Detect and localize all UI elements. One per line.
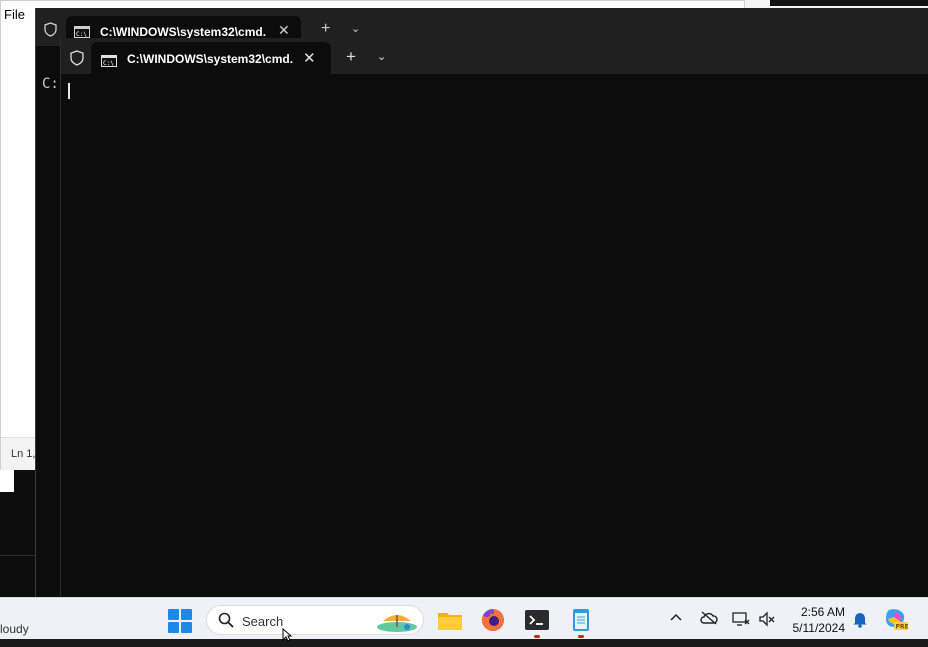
chevron-down-icon[interactable]: ⌄ (377, 50, 386, 63)
clock-date: 5/11/2024 (792, 621, 846, 635)
windows-logo-tile (181, 609, 192, 620)
running-indicator (578, 635, 584, 638)
chevron-down-icon[interactable]: ⌄ (351, 22, 360, 35)
clock-time: 2:56 AM (800, 605, 845, 619)
new-tab-button[interactable]: + (346, 47, 356, 67)
running-indicator (534, 635, 540, 638)
shield-icon (70, 50, 84, 71)
onedrive-offline-icon[interactable] (700, 611, 718, 628)
windows-logo-tile (168, 609, 179, 620)
new-tab-button[interactable]: + (321, 20, 330, 38)
volume-muted-icon[interactable] (758, 611, 776, 630)
menu-file[interactable]: File (4, 7, 25, 22)
terminal-prompt: C: (42, 76, 59, 92)
tab-title: C:\WINDOWS\system32\cmd. (100, 25, 267, 39)
tab-bar: C:\ C:\WINDOWS\system32\cmd. ✕ + ⌄ (61, 38, 928, 74)
tab-title: C:\WINDOWS\system32\cmd. (127, 52, 294, 66)
notepad-icon[interactable] (567, 606, 595, 634)
cmd-icon: C:\ (101, 54, 117, 72)
tab-cmd-active[interactable]: C:\ C:\WINDOWS\system32\cmd. ✕ (91, 42, 331, 74)
copilot-icon[interactable]: PRE (883, 607, 909, 634)
svg-text:C:\: C:\ (103, 60, 114, 67)
system-clock[interactable]: 2:56 AM 5/11/2024 (785, 604, 846, 636)
search-highlight-icon (373, 609, 419, 638)
chevron-up-icon[interactable] (670, 610, 682, 625)
network-icon[interactable] (732, 611, 750, 630)
file-explorer-icon[interactable] (436, 606, 464, 634)
windows-logo-tile (168, 622, 179, 633)
close-tab-icon[interactable]: ✕ (278, 22, 290, 39)
taskbar: loudy Search 2:56 AM 5/11/2024 PRE (0, 597, 928, 639)
shield-icon (44, 22, 57, 42)
cursor-position: Ln 1, (11, 448, 36, 460)
divider (0, 555, 35, 556)
background-window-edge-dark (770, 0, 928, 6)
terminal-window-front[interactable]: C:\ C:\WINDOWS\system32\cmd. ✕ + ⌄ (60, 38, 928, 597)
firefox-icon[interactable] (479, 606, 507, 634)
mouse-pointer-icon (282, 627, 293, 647)
start-button[interactable] (168, 609, 192, 633)
background-window-bottom (0, 470, 35, 597)
terminal-icon[interactable] (523, 606, 551, 634)
weather-widget[interactable]: loudy (0, 622, 29, 636)
close-tab-icon[interactable]: ✕ (303, 49, 316, 67)
windows-logo-tile (181, 622, 192, 633)
svg-text:C:\: C:\ (76, 31, 87, 38)
search-icon (218, 612, 234, 633)
search-placeholder: Search (242, 614, 284, 629)
text-cursor (68, 83, 70, 99)
search-box[interactable]: Search (206, 605, 424, 635)
notification-bell-icon[interactable] (852, 610, 868, 631)
background-block (0, 470, 14, 492)
svg-text:PRE: PRE (896, 624, 909, 631)
